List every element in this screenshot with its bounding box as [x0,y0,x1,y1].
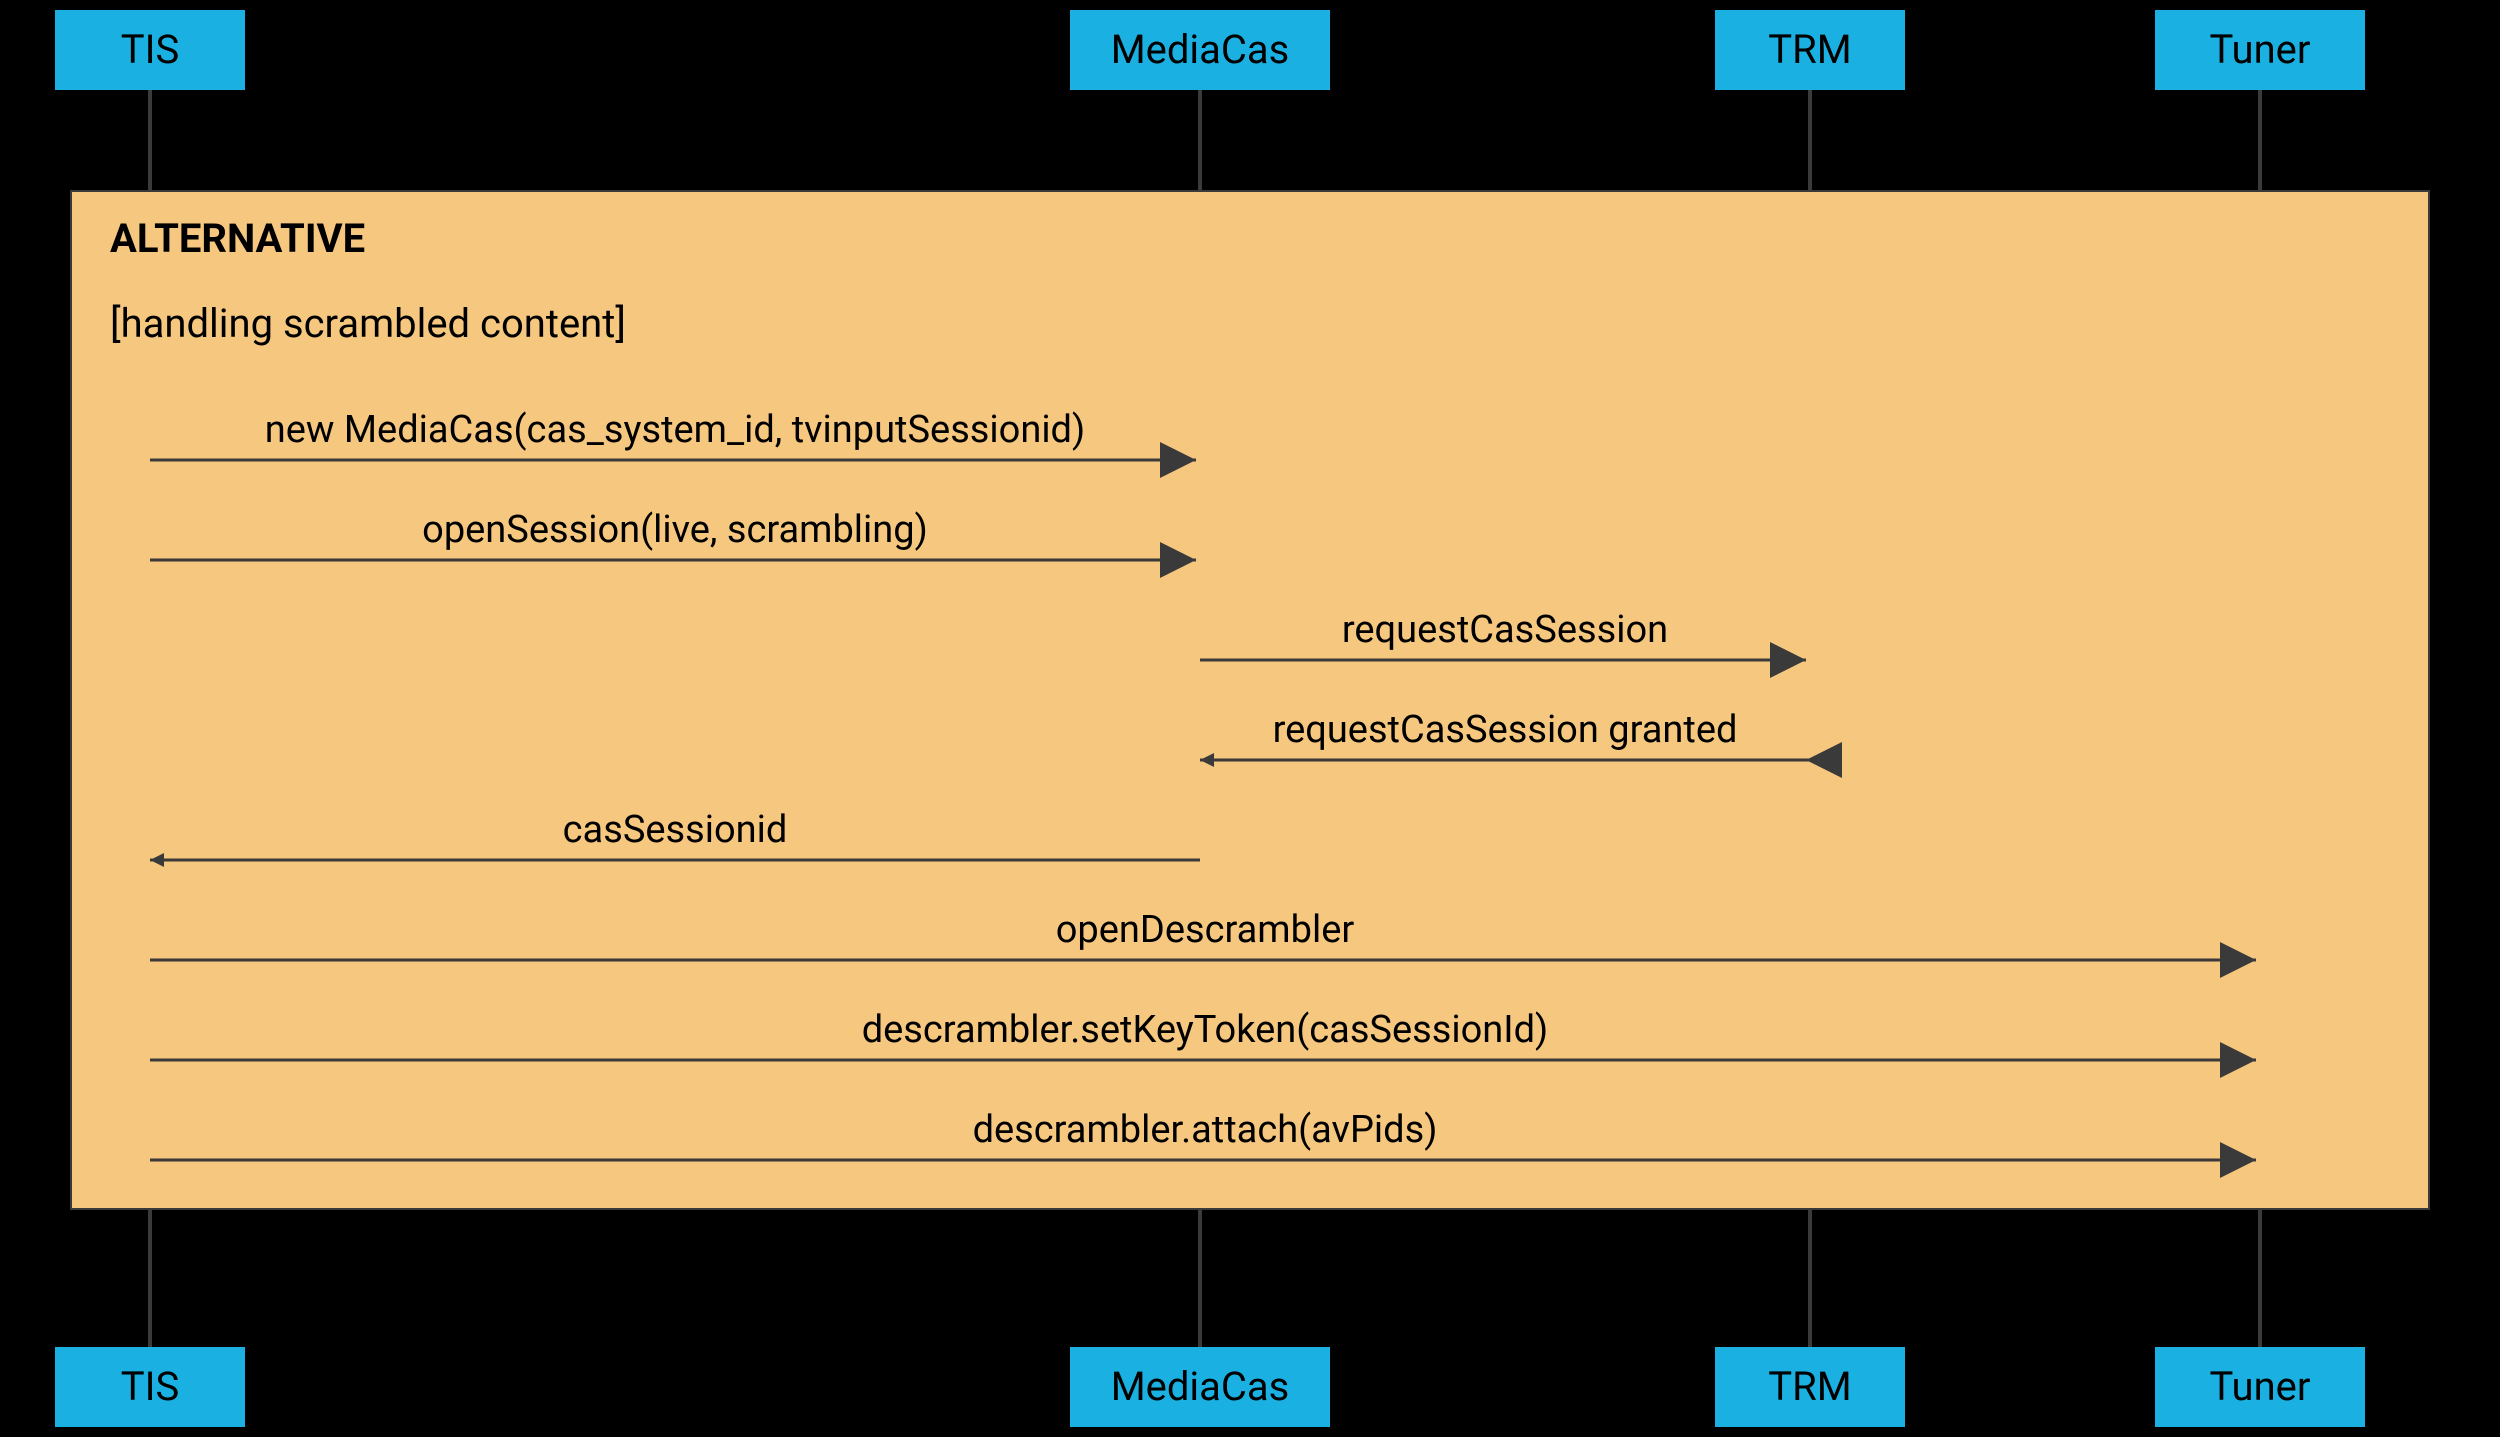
participant-tis-bottom: TIS [55,1347,245,1427]
participant-mediacas-bottom: MediaCas [1070,1347,1330,1427]
msg-label-opendescrambler: openDescrambler [160,908,2250,952]
participant-mediacas-top: MediaCas [1070,10,1330,90]
participant-tuner-top: Tuner [2155,10,2365,90]
msg-label-attach: descrambler.attach(avPids) [160,1108,2250,1152]
msg-label-setkeytoken: descrambler.setKeyToken(casSessionId) [160,1008,2250,1052]
msg-label-requestcassession: requestCasSession [1210,608,1800,652]
participant-trm-top: TRM [1715,10,1905,90]
msg-label-cassessionid: casSessionid [160,808,1190,852]
participant-tis-top: TIS [55,10,245,90]
msg-label-new-mediacas: new MediaCas(cas_system_id, tvinputSessi… [160,408,1190,452]
participant-tuner-bottom: Tuner [2155,1347,2365,1427]
msg-label-requestcassession-granted: requestCasSession granted [1210,708,1800,752]
msg-label-opensession: openSession(live, scrambling) [160,508,1190,552]
participant-trm-bottom: TRM [1715,1347,1905,1427]
alt-fragment-guard: [handling scrambled content] [110,300,626,347]
sequence-diagram-canvas: ALTERNATIVE [handling scrambled content]… [0,0,2500,1437]
alt-fragment-title: ALTERNATIVE [110,215,365,262]
